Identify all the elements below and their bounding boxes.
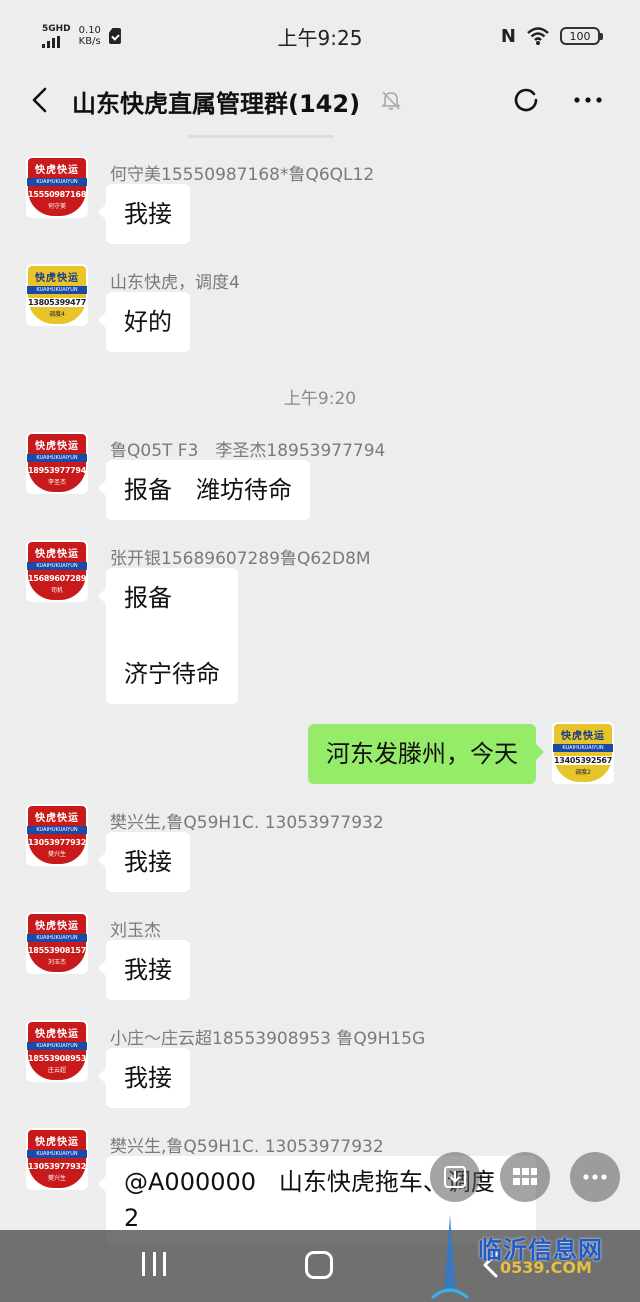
home-button[interactable] [305,1251,333,1279]
sim-card-icon [108,28,121,44]
sender-name: 樊兴生,鲁Q59H1C. 13053977932 [110,813,384,833]
message-bubble[interactable]: 报备 济宁待命 [98,568,238,704]
avatar[interactable]: 快虎快运 KUAIHUKUAIYUN 13053977932 樊兴生 [26,1128,88,1190]
message-bubble[interactable]: 我接 [98,1048,190,1108]
sender-name: 鲁Q05T F3 李圣杰18953977794 [110,441,386,461]
tower-logo-icon [431,1214,469,1300]
sender-name: 樊兴生,鲁Q59H1C. 13053977932 [110,1137,384,1157]
battery-level: 100 [569,29,591,43]
my-message-bubble[interactable]: 河东发滕州，今天 [308,724,544,784]
avatar[interactable]: 快虎快运 KUAIHUKUAIYUN 15689607289 司机 [26,540,88,602]
grid-button[interactable] [500,1152,550,1202]
recent-apps-button[interactable] [142,1252,166,1280]
grid-icon [513,1168,537,1185]
chat-header: 山东快虎直属管理群(142) [0,72,640,128]
avatar[interactable]: 快虎快运 KUAIHUKUAIYUN 18953977794 李圣杰 [26,432,88,494]
network-speed: 0.10 KB/s [78,25,101,47]
my-avatar[interactable]: 快虎快运 KUAIHUKUAIYUN 13405392567 调度2 [552,722,614,784]
scroll-indicator [188,135,334,138]
more-menu-button[interactable] [570,1152,620,1202]
download-icon [444,1166,466,1188]
back-arrow-icon[interactable] [28,86,52,114]
sender-name: 张开银15689607289鲁Q62D8M [110,549,371,569]
mute-notifications-icon [381,91,401,110]
cellular-signal-icon: 5GHD [42,23,71,48]
sender-name: 何守美15550987168*鲁Q6QL12 [110,165,375,185]
avatar[interactable]: 快虎快运 KUAIHUKUAIYUN 13053977932 樊兴生 [26,804,88,866]
sender-name: 刘玉杰 [110,921,161,941]
nfc-icon: Ν [500,25,516,47]
time-divider: 上午9:20 [283,389,357,409]
ellipsis-icon [583,1174,607,1180]
avatar[interactable]: 快虎快运 KUAIHUKUAIYUN 13805399477 调度4 [26,264,88,326]
message-bubble[interactable]: 我接 [98,832,190,892]
message-bubble[interactable]: 报备 潍坊待命 [98,460,310,520]
download-button[interactable] [430,1152,480,1202]
message-bubble[interactable]: 好的 [98,292,190,352]
message-bubble[interactable]: 我接 [98,940,190,1000]
sender-name: 山东快虎，调度4 [110,273,240,293]
network-type: 5GHD [42,23,71,34]
wifi-icon [527,27,549,45]
avatar[interactable]: 快虎快运 KUAIHUKUAIYUN 18553908953 庄云超 [26,1020,88,1082]
refresh-circle-icon[interactable] [512,86,540,114]
status-bar: 5GHD 0.10 KB/s 上午9:25 Ν 100 [0,0,640,72]
battery-icon: 100 [560,27,603,45]
chat-title: 山东快虎直属管理群(142) [72,90,361,118]
sender-name: 小庄～庄云超18553908953 鲁Q9H15G [110,1029,426,1049]
message-bubble[interactable]: 我接 [98,184,190,244]
watermark-url: 0539.COM [500,1258,592,1277]
more-options-icon[interactable] [572,86,604,114]
avatar[interactable]: 快虎快运 KUAIHUKUAIYUN 15550987168 何守美 [26,156,88,218]
avatar[interactable]: 快虎快运 KUAIHUKUAIYUN 18553908157 刘玉杰 [26,912,88,974]
